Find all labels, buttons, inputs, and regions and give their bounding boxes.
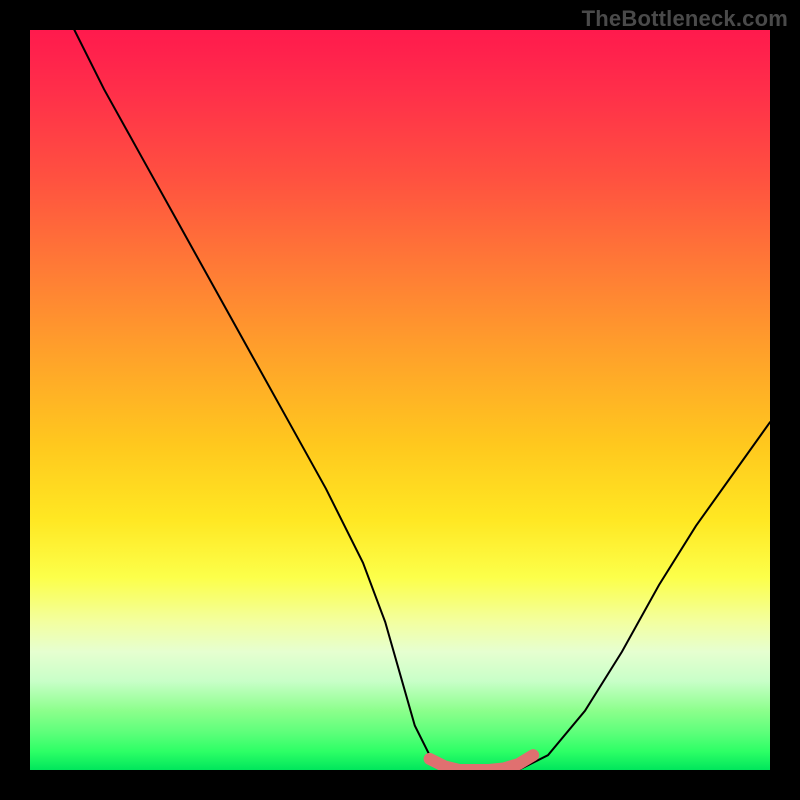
chart-frame: TheBottleneck.com (0, 0, 800, 800)
watermark-text: TheBottleneck.com (582, 6, 788, 32)
plot-area (30, 30, 770, 770)
bottleneck-curve-path (74, 30, 770, 770)
curve-layer (30, 30, 770, 770)
optimal-range-path (430, 755, 534, 770)
